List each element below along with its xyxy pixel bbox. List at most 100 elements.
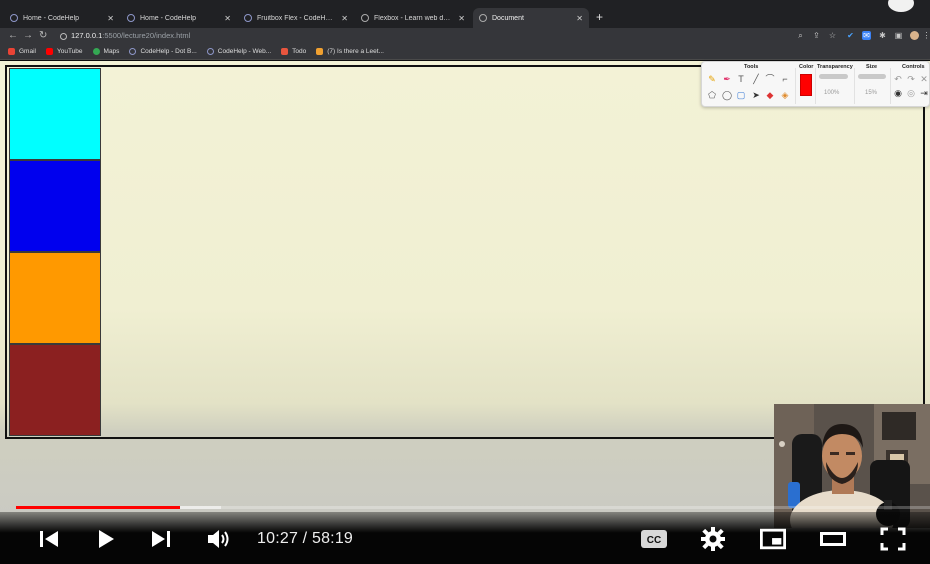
url-field[interactable]: 127.0.0.1:5500/lecture20/index.html (60, 30, 790, 42)
browser-tab[interactable]: Home - CodeHelp ✕ (121, 8, 237, 28)
exit-icon[interactable]: ⇥ (919, 88, 929, 98)
address-bar: ← → ↻ 127.0.0.1:5500/lecture20/index.htm… (0, 28, 930, 44)
browser-tab-active[interactable]: Document ✕ (473, 8, 589, 28)
gmail-icon (8, 48, 15, 55)
sidebar-icon[interactable]: ▣ (894, 31, 903, 40)
line-icon[interactable]: ╱ (751, 74, 761, 84)
hide-icon[interactable]: ◎ (906, 88, 916, 98)
undo-icon[interactable]: ↶ (893, 74, 903, 84)
size-value: 15% (865, 90, 878, 96)
search-icon[interactable]: ⌕ (796, 31, 805, 40)
share-icon[interactable]: ⇪ (812, 31, 821, 40)
polygon-icon[interactable]: ⬠ (707, 90, 717, 100)
tab-close-icon[interactable]: ✕ (458, 14, 465, 23)
size-heading: Size (866, 64, 878, 70)
box-cyan (9, 68, 101, 160)
redo-icon[interactable]: ↷ (906, 74, 916, 84)
back-icon[interactable]: ← (8, 29, 18, 43)
video-progress-bar[interactable] (16, 506, 930, 509)
camera-icon[interactable]: ◉ (893, 88, 903, 98)
bookmark-codehelp[interactable]: CodeHelp - Dot B... (129, 48, 197, 55)
mute-button[interactable] (206, 526, 232, 552)
previous-button[interactable] (36, 526, 62, 552)
marker-icon[interactable]: ✒ (722, 74, 732, 84)
subtitles-button[interactable]: CC (640, 526, 668, 552)
fullscreen-icon (880, 527, 906, 551)
fullscreen-button[interactable] (880, 526, 906, 552)
flex-container (5, 65, 925, 439)
bookmark-gmail[interactable]: Gmail (8, 48, 36, 55)
miniplayer-icon (760, 528, 786, 550)
color-heading: Color (799, 64, 814, 70)
browser-tab[interactable]: Fruitbox Flex - CodeHelp Labs ✕ (238, 8, 354, 28)
bookmark-codehelp-web[interactable]: CodeHelp - Web... (206, 48, 271, 55)
forward-icon[interactable]: → (23, 29, 33, 43)
tab-close-icon[interactable]: ✕ (224, 14, 231, 23)
player-controls: 10:27 / 58:19 CC (0, 512, 930, 564)
skip-previous-icon (40, 531, 58, 547)
pointer-icon[interactable]: ➤ (751, 90, 761, 100)
site-info-icon[interactable] (60, 32, 67, 40)
theater-mode-button[interactable] (820, 526, 846, 552)
codehelp-favicon-icon (127, 14, 135, 22)
bookmark-youtube[interactable]: YouTube (45, 48, 83, 55)
skip-next-icon (152, 531, 170, 547)
settings-button[interactable] (700, 526, 726, 552)
transparency-slider[interactable] (819, 74, 848, 79)
tab-title: Home - CodeHelp (23, 14, 80, 22)
star-icon[interactable]: ☆ (828, 31, 837, 40)
browser-tab-strip: Home - CodeHelp ✕ Home - CodeHelp ✕ Frui… (0, 0, 930, 28)
circle-icon[interactable]: ◯ (722, 90, 732, 100)
elbow-line-icon[interactable]: ⌐ (780, 74, 790, 84)
extension-icon[interactable]: ✉ (862, 31, 871, 40)
play-icon (99, 530, 114, 548)
pencil-icon[interactable]: ✎ (707, 74, 717, 84)
rectangle-icon[interactable]: ▢ (736, 90, 746, 100)
box-blue (9, 160, 101, 252)
volume-icon (208, 530, 229, 548)
codehelp-favicon-icon (10, 14, 18, 22)
youtube-icon (45, 48, 53, 55)
fill-icon[interactable]: ◈ (780, 90, 790, 100)
clear-icon[interactable]: ✕ (919, 74, 929, 84)
avatar[interactable] (910, 31, 919, 40)
profile-icon[interactable] (888, 0, 914, 12)
theater-mode-icon (820, 532, 846, 546)
bookmark-maps[interactable]: Maps (92, 48, 119, 55)
text-icon[interactable]: T (736, 74, 746, 84)
box-maroon (9, 344, 101, 436)
bookmark-todo[interactable]: Todo (281, 48, 306, 55)
play-button[interactable] (93, 526, 119, 552)
miniplayer-button[interactable] (760, 526, 786, 552)
tab-close-icon[interactable]: ✕ (107, 14, 114, 23)
extension-icon[interactable]: ✔ (846, 31, 855, 40)
maps-icon (92, 48, 100, 55)
new-tab-icon[interactable]: + (596, 10, 603, 24)
curve-icon[interactable]: ⌒ (765, 74, 775, 84)
closed-captions-icon: CC (641, 530, 667, 548)
toolbar-divider (890, 68, 891, 104)
puzzle-icon[interactable]: ✱ (878, 31, 887, 40)
reload-icon[interactable]: ↻ (39, 29, 47, 43)
presenter-video-image (774, 404, 930, 528)
gear-icon (701, 527, 725, 551)
browser-tab[interactable]: Flexbox - Learn web developme ✕ (355, 8, 471, 28)
time-display: 10:27 / 58:19 (257, 530, 354, 547)
next-button[interactable] (148, 526, 174, 552)
eraser-icon[interactable]: ◆ (765, 90, 775, 100)
tab-close-icon[interactable]: ✕ (576, 14, 583, 23)
webcam-overlay (774, 404, 930, 528)
color-swatch[interactable] (800, 74, 812, 96)
bookmark-leetcode[interactable]: (7) Is there a Leet... (316, 48, 384, 55)
tools-heading: Tools (744, 64, 759, 70)
tab-title: Fruitbox Flex - CodeHelp Labs (257, 14, 336, 22)
browser-tab[interactable]: Home - CodeHelp ✕ (4, 8, 120, 28)
tab-title: Document (492, 14, 524, 22)
progress-played (16, 506, 180, 509)
toolbar-divider (795, 68, 796, 104)
svg-text:CC: CC (647, 535, 661, 546)
menu-icon[interactable]: ⋮ (922, 31, 930, 40)
tab-close-icon[interactable]: ✕ (341, 14, 348, 23)
codehelp-icon (206, 48, 214, 55)
size-slider[interactable] (858, 74, 886, 79)
